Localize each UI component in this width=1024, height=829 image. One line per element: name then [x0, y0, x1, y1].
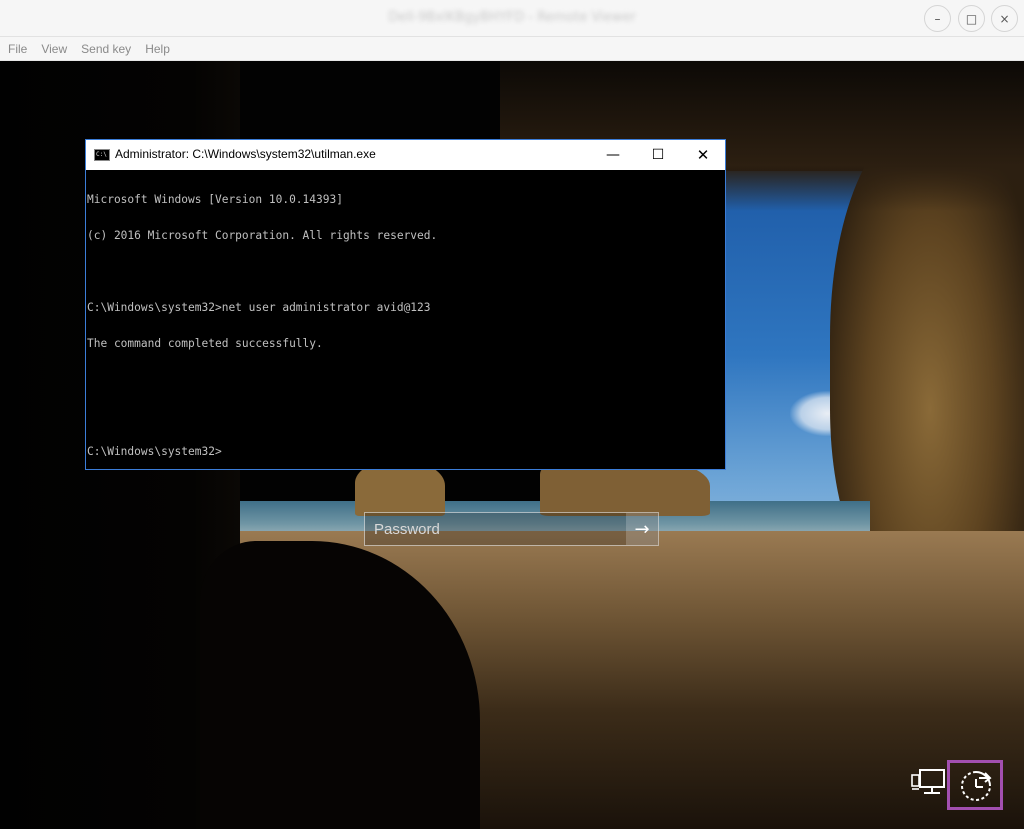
arrow-right-icon: →	[634, 518, 650, 540]
menu-view[interactable]: View	[41, 42, 67, 56]
viewer-close-button[interactable]: ×	[991, 5, 1018, 32]
console-line: Microsoft Windows [Version 10.0.14393]	[87, 193, 343, 206]
cmd-console[interactable]: Microsoft Windows [Version 10.0.14393] (…	[86, 170, 725, 469]
cmd-window[interactable]: C:\ Administrator: C:\Windows\system32\u…	[85, 139, 726, 470]
viewer-title: Dell-9BxlKBgyBHYFD - Remote Viewer	[388, 10, 636, 25]
cmd-title: Administrator: C:\Windows\system32\utilm…	[115, 147, 376, 161]
menu-file[interactable]: File	[8, 42, 27, 56]
viewer-menubar: File View Send key Help	[0, 37, 1024, 61]
console-line: C:\Windows\system32>net user administrat…	[87, 301, 431, 314]
console-prompt: C:\Windows\system32>	[87, 445, 222, 458]
menu-send-key[interactable]: Send key	[81, 42, 131, 56]
cmd-close-button[interactable]: ✕	[680, 140, 726, 170]
network-icon[interactable]	[910, 767, 946, 801]
cmd-icon: C:\	[94, 149, 110, 161]
cmd-minimize-button[interactable]: —	[590, 140, 636, 170]
viewer-minimize-button[interactable]: –	[924, 5, 951, 32]
ease-of-access-button[interactable]	[947, 760, 1003, 810]
password-input[interactable]	[365, 513, 627, 545]
remote-desktop[interactable]: → C:\ Administrator: C:\Windows\system32…	[0, 61, 1024, 829]
viewer-titlebar: Dell-9BxlKBgyBHYFD - Remote Viewer – □ ×	[0, 0, 1024, 37]
viewer-maximize-button[interactable]: □	[958, 5, 985, 32]
cmd-titlebar[interactable]: C:\ Administrator: C:\Windows\system32\u…	[86, 140, 725, 170]
submit-arrow-button[interactable]: →	[626, 513, 658, 545]
cmd-maximize-button[interactable]: ☐	[635, 140, 681, 170]
menu-help[interactable]: Help	[145, 42, 170, 56]
console-line: (c) 2016 Microsoft Corporation. All righ…	[87, 229, 438, 242]
ease-of-access-icon	[961, 771, 992, 801]
console-line: The command completed successfully.	[87, 337, 323, 350]
password-field[interactable]: →	[364, 512, 659, 546]
